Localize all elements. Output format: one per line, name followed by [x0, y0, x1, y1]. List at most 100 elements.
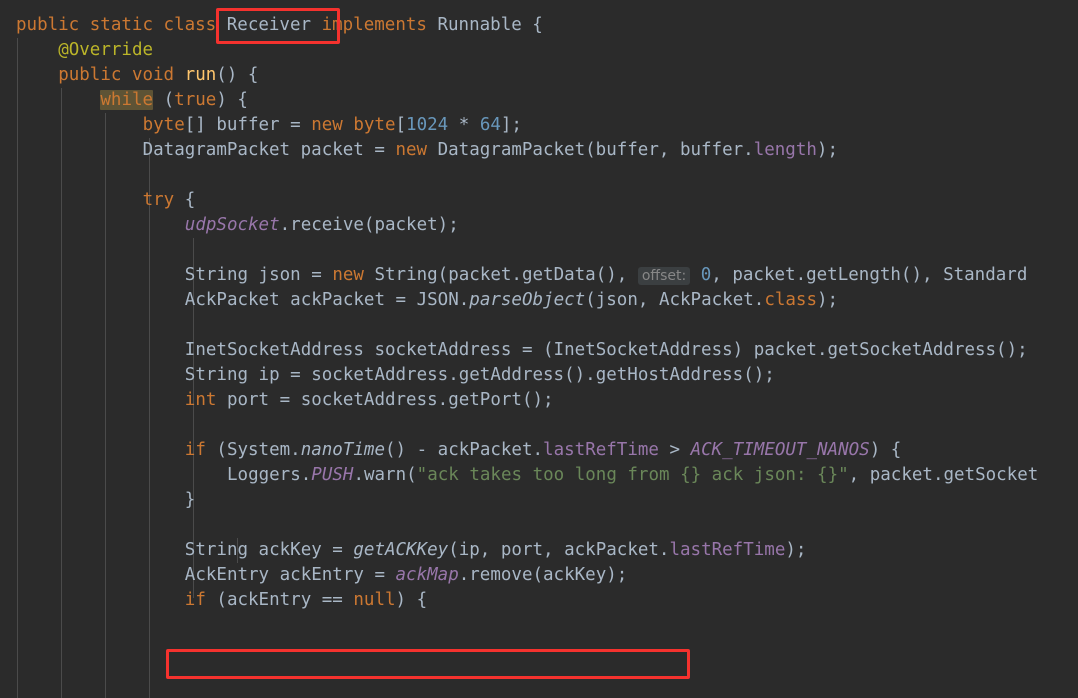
code-token: AckEntry ackEntry =	[184, 565, 396, 585]
code-token: .warn(	[353, 465, 417, 485]
code-token: InetSocketAddress socketAddress = (InetS…	[184, 340, 1028, 360]
code-token: ];	[500, 115, 522, 135]
code-text-layer[interactable]: public static class Receiver implements …	[0, 0, 1078, 698]
code-token: () - ackPacket.	[385, 440, 544, 460]
code-token: if	[184, 440, 206, 460]
inline-parameter-hint[interactable]: offset:	[637, 267, 691, 285]
code-token: run	[184, 65, 217, 85]
code-token: true	[174, 90, 217, 110]
code-token: );	[817, 290, 839, 310]
code-line[interactable]: public static class Receiver implements …	[16, 13, 543, 38]
code-token: ackMap	[395, 565, 459, 585]
code-line[interactable]: AckEntry ackEntry = ackMap.remove(ackKey…	[185, 563, 628, 588]
code-token: >	[658, 440, 691, 460]
code-token: AckPacket ackPacket = JSON.	[184, 290, 470, 310]
code-token: }	[184, 490, 196, 510]
code-line[interactable]: byte[] buffer = new byte[1024 * 64];	[143, 113, 522, 138]
code-token: public	[16, 15, 80, 35]
code-line[interactable]: try {	[143, 188, 196, 213]
code-token: [] buffer =	[184, 115, 312, 135]
code-line[interactable]: String json = new String(packet.getData(…	[184, 263, 1028, 288]
code-token: port = socketAddress.getPort();	[216, 390, 554, 410]
code-token: 0	[700, 265, 712, 285]
code-token: implements	[321, 15, 427, 35]
code-token: String json =	[184, 265, 333, 285]
code-token: {	[174, 190, 196, 210]
code-token: class	[163, 15, 217, 35]
code-token: () {	[216, 65, 259, 85]
code-token: ) {	[869, 440, 902, 460]
code-token: try	[142, 190, 175, 210]
code-line[interactable]: }	[185, 488, 196, 513]
code-token: void	[131, 65, 175, 85]
code-token: (ip, port, ackPacket.	[448, 540, 670, 560]
code-token: (	[153, 90, 175, 110]
code-token: 1024	[406, 115, 449, 135]
code-token: lastRefTime	[543, 440, 659, 460]
code-token: DatagramPacket(buffer, buffer.	[427, 140, 754, 160]
code-token: DatagramPacket packet =	[142, 140, 396, 160]
code-line[interactable]: @Override	[58, 38, 153, 63]
code-token: , packet.getSocket	[848, 465, 1039, 485]
code-token: );	[816, 140, 838, 160]
code-line[interactable]: if (ackEntry == null) {	[185, 588, 427, 613]
code-token: Runnable {	[426, 15, 543, 35]
code-token: .receive(packet);	[279, 215, 459, 235]
code-token: parseObject	[469, 290, 586, 310]
code-line[interactable]: DatagramPacket packet = new DatagramPack…	[143, 138, 838, 163]
code-token: 64	[479, 115, 501, 135]
code-token: null	[353, 590, 396, 610]
code-token: );	[785, 540, 807, 560]
code-token: udpSocket	[184, 215, 280, 235]
code-token: new	[332, 265, 364, 285]
code-token: if	[184, 590, 206, 610]
code-editor-viewport[interactable]: public static class Receiver implements …	[0, 0, 1078, 698]
code-line[interactable]: public void run() {	[58, 63, 258, 88]
code-token: "ack takes too long from {} ack json: {}…	[416, 465, 849, 485]
code-token: public	[58, 65, 122, 85]
code-line[interactable]: if (System.nanoTime() - ackPacket.lastRe…	[185, 438, 902, 463]
code-token: int	[184, 390, 217, 410]
code-token: getACKKey	[353, 540, 449, 560]
code-token: ACK_TIMEOUT_NANOS	[690, 440, 870, 460]
code-token: String ackKey =	[184, 540, 354, 560]
code-token: length	[753, 140, 817, 160]
code-token: new	[311, 115, 343, 135]
code-token: ) {	[216, 90, 248, 110]
code-line[interactable]: udpSocket.receive(packet);	[185, 213, 459, 238]
code-token: new	[395, 140, 428, 160]
code-token: PUSH	[311, 465, 354, 485]
code-token: [	[395, 115, 407, 135]
code-token: byte	[142, 115, 185, 135]
code-token: Receiver	[216, 15, 322, 35]
code-line[interactable]: String ackKey = getACKKey(ip, port, ackP…	[185, 538, 807, 563]
code-line[interactable]: while (true) {	[100, 88, 248, 113]
code-token: lastRefTime	[669, 540, 786, 560]
code-token: Loggers.	[227, 465, 312, 485]
code-token: class	[764, 290, 817, 310]
code-token: , packet.getLength(), Standard	[711, 265, 1028, 285]
code-token: (json, AckPacket.	[585, 290, 765, 310]
code-token: .remove(ackKey);	[458, 565, 628, 585]
code-token: String(packet.getData(),	[363, 265, 638, 285]
code-token: static	[89, 15, 153, 35]
code-token: byte	[353, 115, 396, 135]
code-line[interactable]: InetSocketAddress socketAddress = (InetS…	[185, 338, 1028, 363]
code-line[interactable]: AckPacket ackPacket = JSON.parseObject(j…	[185, 288, 838, 313]
code-token: ) {	[395, 590, 428, 610]
code-token: (ackEntry ==	[205, 590, 354, 610]
code-token: *	[448, 115, 480, 135]
code-line[interactable]: String ip = socketAddress.getAddress().g…	[185, 363, 775, 388]
code-token: nanoTime	[300, 440, 385, 460]
code-line[interactable]: Loggers.PUSH.warn("ack takes too long fr…	[227, 463, 1038, 488]
code-line[interactable]: int port = socketAddress.getPort();	[185, 388, 554, 413]
code-token: String ip = socketAddress.getAddress().g…	[184, 365, 775, 385]
code-token: (System.	[205, 440, 301, 460]
search-match-token: while	[100, 90, 154, 110]
